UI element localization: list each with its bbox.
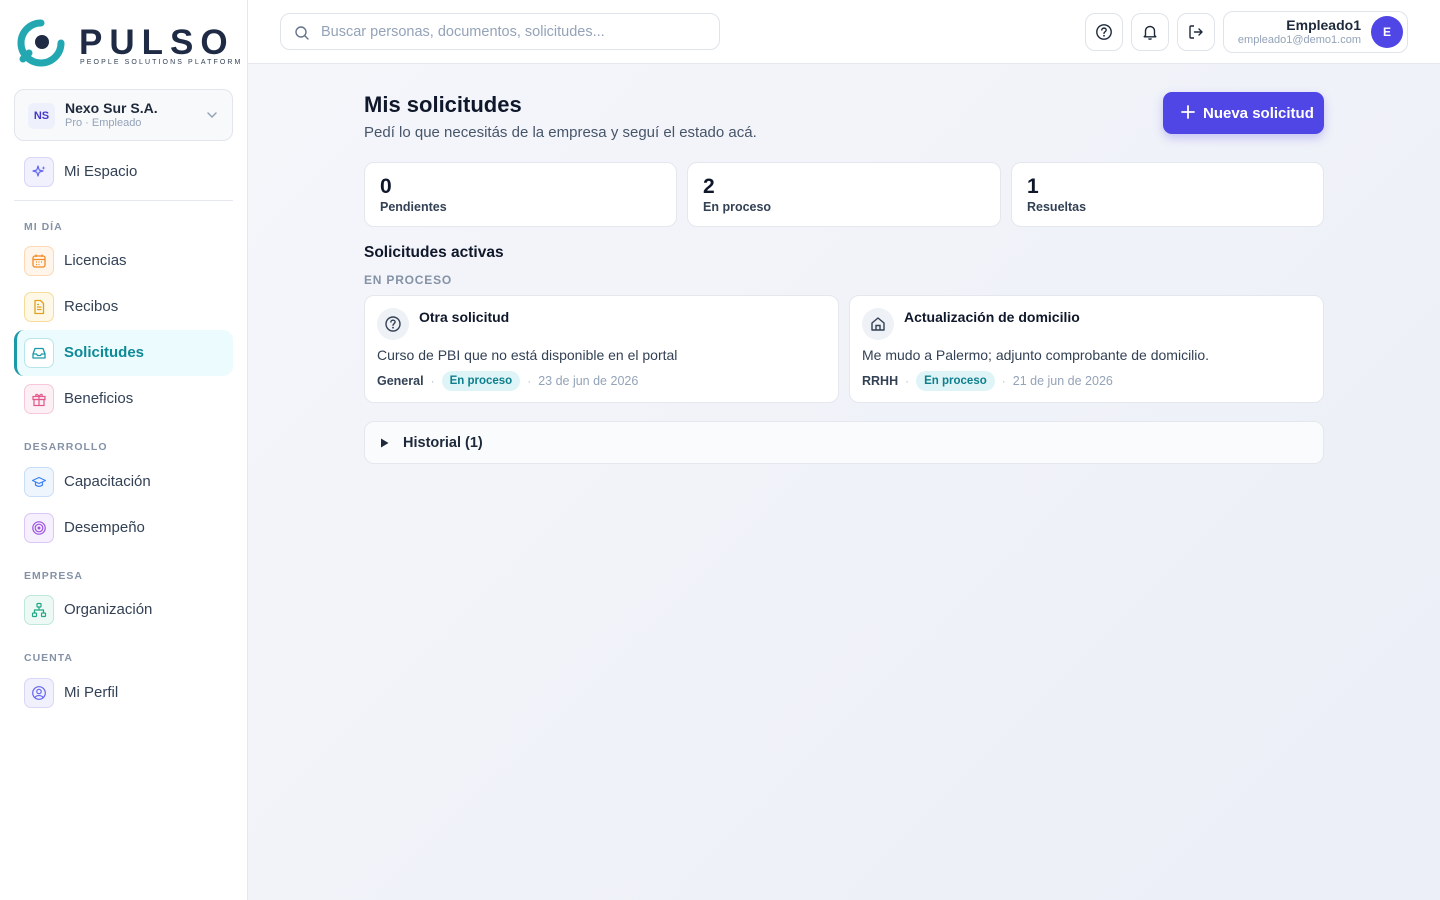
sidebar-item-licencias[interactable]: Licencias	[14, 238, 233, 284]
section-label-cuenta: CUENTA	[24, 652, 73, 664]
stat-value: 0	[380, 175, 392, 198]
request-meta: RRHH · En proceso · 21 de jun de 2026	[862, 370, 1113, 392]
request-category: RRHH	[862, 374, 899, 388]
question-circle-icon	[377, 308, 409, 340]
sidebar-item-label: Solicitudes	[64, 344, 145, 361]
request-category: General	[377, 374, 424, 388]
search-input[interactable]	[321, 14, 711, 49]
stat-value: 2	[703, 175, 715, 198]
request-date: 23 de jun de 2026	[538, 374, 639, 388]
search-box[interactable]	[280, 13, 720, 50]
section-label-desarrollo: DESARROLLO	[24, 441, 108, 453]
request-title: Otra solicitud	[419, 309, 510, 325]
stat-value: 1	[1027, 175, 1039, 198]
sidebar-item-label: Beneficios	[64, 390, 134, 407]
page-title: Mis solicitudes	[364, 92, 522, 117]
status-group-label: EN PROCESO	[364, 273, 453, 287]
brand-name: PULSO	[79, 23, 235, 62]
request-title: Actualización de domicilio	[904, 309, 1080, 325]
request-meta: General · En proceso · 23 de jun de 2026	[377, 370, 638, 392]
status-badge: En proceso	[916, 371, 995, 391]
new-request-button[interactable]: Nueva solicitud	[1163, 92, 1324, 134]
separator: ·	[430, 374, 435, 388]
sidebar-item-solicitudes[interactable]: Solicitudes	[14, 330, 233, 376]
logout-icon	[1189, 25, 1203, 39]
sparkles-icon	[24, 157, 54, 187]
bell-icon	[1143, 25, 1157, 40]
document-icon	[24, 292, 54, 322]
sidebar-item-label: Licencias	[64, 252, 127, 269]
org-chart-icon	[24, 595, 54, 625]
org-name: Nexo Sur S.A.	[65, 100, 158, 116]
request-date: 21 de jun de 2026	[1012, 374, 1113, 388]
page-subtitle: Pedí lo que necesitás de la empresa y se…	[364, 124, 757, 141]
request-description: Me mudo a Palermo; adjunto comprobante d…	[862, 347, 1210, 363]
sidebar: PULSO PEOPLE SOLUTIONS PLATFORM NS Nexo …	[0, 0, 248, 900]
logo[interactable]: PULSO PEOPLE SOLUTIONS PLATFORM	[17, 19, 240, 69]
active-requests-title: Solicitudes activas	[364, 244, 504, 261]
sidebar-item-capacitacion[interactable]: Capacitación	[14, 459, 233, 505]
request-description: Curso de PBI que no está disponible en e…	[377, 347, 678, 363]
sidebar-item-label: Mi Espacio	[64, 163, 138, 180]
brand-tagline: PEOPLE SOLUTIONS PLATFORM	[80, 59, 243, 66]
separator: ·	[905, 374, 910, 388]
request-card[interactable]: Actualización de domicilio Me mudo a Pal…	[849, 295, 1324, 403]
sidebar-item-desempeno[interactable]: Desempeño	[14, 505, 233, 551]
sidebar-item-label: Organización	[64, 601, 153, 618]
stat-card-resueltas: 1 Resueltas	[1011, 162, 1324, 227]
org-switcher[interactable]: NS Nexo Sur S.A. Pro · Empleado	[14, 89, 233, 141]
stat-label: En proceso	[703, 200, 772, 214]
org-badge: NS	[28, 103, 55, 129]
caret-right-icon	[381, 438, 389, 448]
help-icon	[1096, 24, 1112, 40]
separator: ·	[1001, 374, 1006, 388]
sidebar-item-recibos[interactable]: Recibos	[14, 284, 233, 330]
stat-card-en-proceso: 2 En proceso	[687, 162, 1001, 227]
home-icon	[862, 308, 894, 340]
status-badge: En proceso	[441, 371, 521, 391]
sidebar-item-beneficios[interactable]: Beneficios	[14, 376, 233, 422]
history-label: Historial (1)	[403, 435, 483, 451]
stat-label: Pendientes	[380, 200, 447, 214]
top-header: Empleado1 empleado1@demo1.com E	[248, 0, 1440, 64]
notifications-button[interactable]	[1131, 13, 1169, 51]
calendar-icon	[24, 246, 54, 276]
chevron-down-icon	[207, 112, 217, 119]
search-icon	[295, 26, 309, 40]
sidebar-item-label: Recibos	[64, 298, 119, 315]
avatar: E	[1371, 16, 1403, 48]
stat-card-pendientes: 0 Pendientes	[364, 162, 677, 227]
sidebar-divider	[14, 200, 233, 201]
pulso-logo-icon	[17, 19, 65, 67]
logout-button[interactable]	[1177, 13, 1215, 51]
sidebar-item-organizacion[interactable]: Organización	[14, 587, 233, 633]
sidebar-item-mi-perfil[interactable]: Mi Perfil	[14, 670, 233, 716]
gift-icon	[24, 384, 54, 414]
inbox-icon	[24, 338, 54, 368]
history-toggle[interactable]: Historial (1)	[364, 421, 1324, 464]
org-plan: Pro · Empleado	[65, 117, 142, 129]
section-label-empresa: EMPRESA	[24, 570, 83, 582]
sidebar-item-label: Desempeño	[64, 519, 145, 536]
stat-label: Resueltas	[1027, 200, 1087, 214]
user-email: empleado1@demo1.com	[1237, 34, 1361, 46]
separator: ·	[527, 374, 532, 388]
graduation-cap-icon	[24, 467, 54, 497]
sidebar-item-label: Mi Perfil	[64, 684, 119, 701]
request-card[interactable]: Otra solicitud Curso de PBI que no está …	[364, 295, 839, 403]
user-name: Empleado1	[1286, 17, 1361, 33]
sidebar-item-mi-espacio[interactable]: Mi Espacio	[14, 149, 233, 195]
section-label-mi-dia: MI DÍA	[24, 221, 63, 233]
target-icon	[24, 513, 54, 543]
user-circle-icon	[24, 678, 54, 708]
sidebar-item-label: Capacitación	[64, 473, 151, 490]
user-menu[interactable]: Empleado1 empleado1@demo1.com E	[1223, 11, 1408, 53]
help-button[interactable]	[1085, 13, 1123, 51]
plus-icon	[1181, 105, 1195, 119]
new-request-label: Nueva solicitud	[1203, 105, 1314, 122]
